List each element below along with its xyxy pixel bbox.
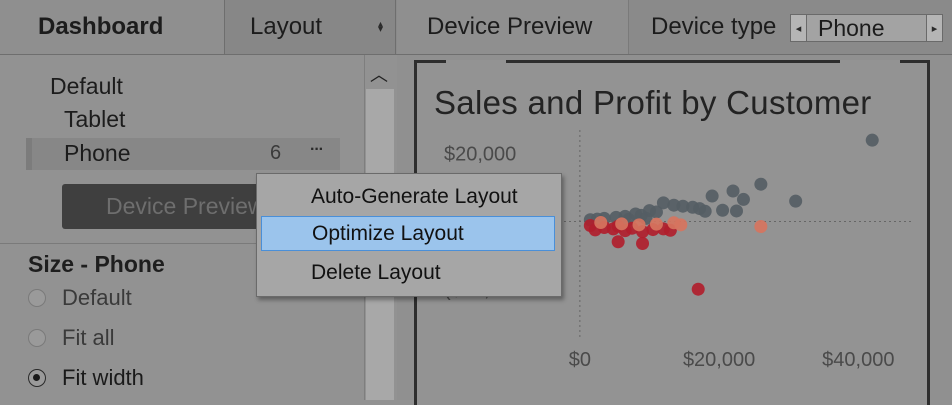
selection-marker	[26, 138, 32, 170]
device-type-label: Device type	[651, 13, 777, 40]
arrow-right-icon[interactable]: ▸	[926, 15, 942, 41]
data-point	[674, 218, 688, 232]
x-tick-label: $40,000	[822, 349, 894, 371]
data-point	[754, 220, 768, 234]
tab-device-preview[interactable]: Device Preview	[397, 0, 629, 54]
data-point	[615, 217, 629, 231]
x-tick-label: $20,000	[683, 349, 755, 371]
layout-item-phone-label: Phone	[64, 140, 131, 166]
data-point	[730, 204, 743, 218]
context-menu: Auto-Generate Layout Optimize Layout Del…	[256, 173, 562, 297]
more-options-icon[interactable]: ···	[310, 141, 324, 159]
data-point	[691, 282, 705, 296]
data-point	[594, 215, 608, 229]
size-option-default[interactable]: Default	[28, 284, 132, 312]
data-point	[716, 203, 730, 217]
data-point	[736, 192, 750, 206]
tab-device-preview-label: Device Preview	[427, 13, 593, 40]
layout-item-tablet[interactable]: Tablet	[64, 106, 125, 133]
radio-icon[interactable]	[28, 289, 46, 307]
radio-selected-icon[interactable]	[28, 369, 46, 387]
data-point	[649, 217, 663, 231]
device-type-select[interactable]: ◂ Phone ▸	[790, 14, 943, 42]
arrow-left-icon[interactable]: ◂	[791, 15, 807, 41]
device-preview-button-label: Device Preview	[106, 193, 262, 219]
size-section-title: Size - Phone	[28, 251, 165, 277]
y-tick-label: $20,000	[444, 144, 516, 166]
menu-item-auto-generate-layout[interactable]: Auto-Generate Layout	[257, 179, 561, 215]
size-option-fit-width[interactable]: Fit width	[28, 364, 144, 392]
size-option-fit-all[interactable]: Fit all	[28, 324, 115, 352]
x-tick-label: $0	[569, 349, 591, 371]
size-option-label: Fit width	[62, 365, 144, 390]
tab-layout[interactable]: Layout ▴ ▾	[224, 0, 396, 54]
chart-title: Sales and Profit by Customer	[434, 84, 872, 121]
data-point	[705, 189, 719, 203]
data-point	[698, 204, 712, 218]
menu-item-optimize-layout[interactable]: Optimize Layout	[261, 216, 555, 251]
tab-dashboard-label: Dashboard	[38, 13, 164, 40]
tab-layout-label: Layout	[250, 13, 323, 40]
device-preview-button[interactable]: Device Preview	[62, 184, 262, 229]
frame-corner-gap	[840, 60, 900, 63]
chevron-up-icon[interactable]: ︿	[370, 61, 388, 87]
device-type-value: Phone	[818, 14, 885, 41]
layout-item-phone[interactable]: Phone 6 ···	[26, 138, 340, 170]
menu-item-delete-layout[interactable]: Delete Layout	[257, 255, 561, 291]
size-option-label: Fit all	[62, 325, 115, 350]
layout-item-default[interactable]: Default	[50, 73, 123, 100]
data-point	[754, 177, 768, 191]
data-point	[789, 194, 803, 208]
frame-corner-gap	[446, 60, 506, 63]
tab-dashboard[interactable]: Dashboard	[0, 0, 224, 54]
sort-arrows-icon[interactable]: ▴ ▾	[378, 20, 383, 35]
data-point	[865, 133, 879, 147]
radio-icon[interactable]	[28, 329, 46, 347]
data-point	[726, 184, 740, 198]
touch-icon: 6	[270, 142, 282, 164]
size-option-label: Default	[62, 285, 132, 310]
data-point	[636, 236, 650, 250]
data-point	[632, 218, 646, 232]
data-point	[611, 235, 625, 249]
